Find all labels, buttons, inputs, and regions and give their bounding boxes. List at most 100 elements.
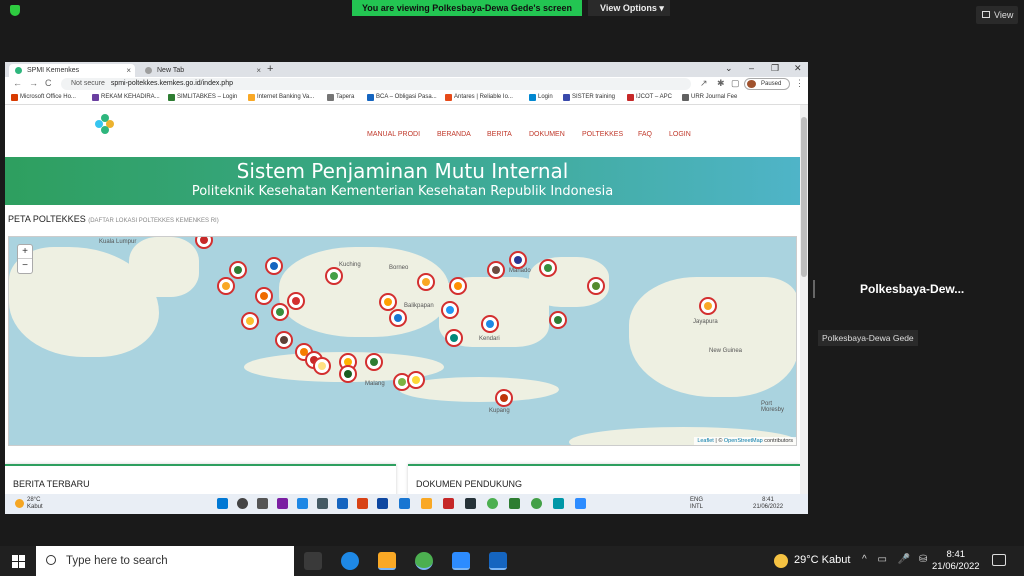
nav-faq[interactable]: FAQ [638, 131, 652, 138]
map-marker[interactable] [587, 277, 605, 295]
file-explorer-icon[interactable] [421, 498, 432, 509]
nav-dokumen[interactable]: DOKUMEN [529, 131, 565, 138]
back-button[interactable]: ← [13, 78, 22, 88]
shield-icon[interactable] [10, 5, 20, 16]
map-marker[interactable] [539, 259, 557, 277]
powerpoint-icon[interactable] [443, 498, 454, 509]
map-marker[interactable] [325, 267, 343, 285]
edge-icon[interactable] [297, 498, 308, 509]
host-clock[interactable]: 8:41 21/06/2022 [932, 549, 980, 573]
map-marker[interactable] [549, 311, 567, 329]
panel-divider[interactable] [813, 280, 815, 298]
zoom-in-button[interactable]: + [18, 245, 32, 259]
menu-kebab-icon[interactable]: ⋮ [795, 78, 804, 89]
zoom-app-icon[interactable] [575, 498, 586, 509]
map-marker[interactable] [275, 331, 293, 349]
map-marker[interactable] [441, 301, 459, 319]
map-marker[interactable] [389, 309, 407, 327]
chevron-up-icon[interactable]: ^ [862, 554, 867, 565]
nav-manual-prodi[interactable]: MANUAL PRODI [367, 131, 420, 138]
zoom-app-icon[interactable] [452, 552, 470, 570]
map-marker[interactable] [241, 312, 259, 330]
word-icon[interactable] [399, 498, 410, 509]
map-marker[interactable] [313, 357, 331, 375]
windows-start-icon[interactable] [217, 498, 228, 509]
map-marker[interactable] [487, 261, 505, 279]
profile-paused-button[interactable]: Paused [744, 78, 790, 90]
map-marker[interactable] [217, 277, 235, 295]
tab-search-chevron-icon[interactable]: ⌄ [725, 63, 733, 74]
poltekkes-map[interactable]: Kuala Lumpur Kuching Borneo Balikpapan J… [8, 236, 797, 446]
task-view-icon[interactable] [304, 552, 322, 570]
close-window-button[interactable]: ✕ [794, 63, 802, 74]
restore-button[interactable]: ❐ [771, 63, 779, 74]
osm-link[interactable]: OpenStreetMap [724, 438, 763, 444]
leaflet-link[interactable]: Leaflet [697, 438, 714, 444]
shared-clock[interactable]: 8:41 21/06/2022 [753, 497, 783, 511]
minimize-button[interactable]: – [749, 63, 754, 73]
sidepanel-icon[interactable]: ▢ [731, 78, 740, 89]
view-button[interactable]: View [976, 6, 1018, 24]
map-marker[interactable] [339, 365, 357, 383]
nav-login[interactable]: LOGIN [669, 131, 691, 138]
map-marker[interactable] [287, 292, 305, 310]
notification-icon[interactable] [992, 554, 1006, 566]
map-marker[interactable] [449, 277, 467, 295]
search-icon[interactable] [237, 498, 248, 509]
site-logo[interactable] [95, 114, 115, 134]
bookmark-item[interactable]: URR Journal Fee [682, 94, 737, 101]
bookmark-item[interactable]: Login [529, 94, 553, 101]
excel-icon[interactable] [509, 498, 520, 509]
bookmark-item[interactable]: Antares | Reliable Io... [445, 94, 513, 101]
map-marker[interactable] [509, 251, 527, 269]
map-marker[interactable] [229, 261, 247, 279]
network-icon[interactable]: ⛁ [919, 554, 927, 565]
outlook-icon[interactable] [377, 498, 388, 509]
office-icon[interactable] [357, 498, 368, 509]
edge-icon[interactable] [341, 552, 359, 570]
word-icon[interactable] [489, 552, 507, 570]
mail-icon[interactable] [317, 498, 328, 509]
host-system-tray[interactable]: ^ ▭ 🎤 ⛁ [862, 554, 927, 565]
zoom-out-button[interactable]: − [18, 259, 32, 273]
close-tab-icon[interactable]: × [126, 64, 131, 77]
reload-button[interactable]: C [45, 78, 52, 88]
bookmark-item[interactable]: REKAM KEHADIRA... [92, 94, 160, 101]
map-marker[interactable] [365, 353, 383, 371]
host-weather-widget[interactable]: 29°C Kabut [774, 554, 850, 568]
map-marker[interactable] [417, 273, 435, 291]
bookmark-item[interactable]: Tapera [327, 94, 354, 101]
task-view-icon[interactable] [257, 498, 268, 509]
new-tab-button[interactable]: + [267, 63, 273, 75]
shared-weather-widget[interactable]: 28°C Kabut [15, 497, 43, 511]
shared-system-tray[interactable]: ENG INTL [690, 497, 703, 511]
chrome-active-icon[interactable] [531, 498, 542, 509]
map-marker[interactable] [271, 303, 289, 321]
map-marker[interactable] [699, 297, 717, 315]
display-icon[interactable]: ▭ [877, 554, 886, 565]
tab-spmi-kemenkes[interactable]: SPMI Kemenkes × [9, 64, 135, 77]
map-marker[interactable] [495, 389, 513, 407]
chat-icon[interactable] [277, 498, 288, 509]
calculator-icon[interactable] [553, 498, 564, 509]
taskbar-search-box[interactable]: Type here to search [36, 546, 294, 576]
map-marker[interactable] [407, 371, 425, 389]
windows-start-button[interactable] [12, 555, 25, 568]
bookmark-item[interactable]: Internet Banking Va... [248, 94, 314, 101]
scrollbar-thumb[interactable] [801, 117, 807, 277]
page-scrollbar[interactable] [800, 105, 808, 494]
close-tab-icon[interactable]: × [256, 64, 261, 77]
bookmark-item[interactable]: BCA – Obligasi Pasa... [367, 94, 437, 101]
nav-berita[interactable]: BERITA [487, 131, 512, 138]
bookmark-item[interactable]: Microsoft Office Ho... [11, 94, 76, 101]
extensions-icon[interactable]: ✱ [717, 78, 725, 89]
map-marker[interactable] [481, 315, 499, 333]
view-options-button[interactable]: View Options ▾ [588, 0, 670, 16]
map-marker[interactable] [445, 329, 463, 347]
chrome-icon[interactable] [487, 498, 498, 509]
map-marker[interactable] [379, 293, 397, 311]
forward-button[interactable]: → [29, 78, 38, 88]
map-marker[interactable] [265, 257, 283, 275]
bookmark-item[interactable]: IJCOT – APC [627, 94, 672, 101]
dell-icon[interactable] [465, 498, 476, 509]
